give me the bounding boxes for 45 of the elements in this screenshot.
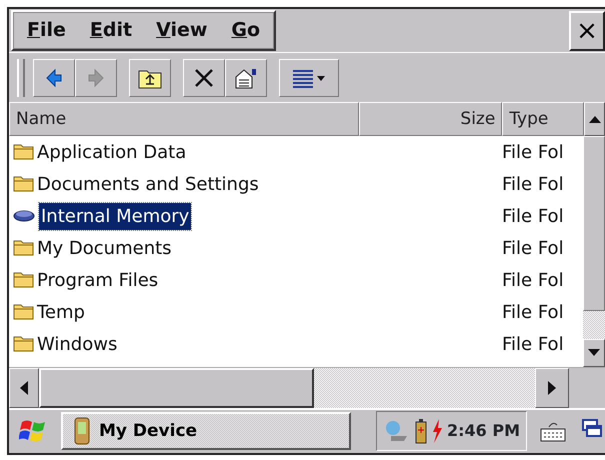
menu-item[interactable]: File bbox=[27, 16, 66, 45]
delete-icon bbox=[193, 66, 215, 89]
file-name[interactable]: Application Data bbox=[35, 138, 188, 166]
column-header[interactable]: Size bbox=[358, 102, 502, 136]
up-arrow-icon bbox=[588, 115, 601, 124]
file-name[interactable]: Windows bbox=[35, 330, 120, 358]
toolbar-button[interactable] bbox=[129, 58, 171, 97]
menu-item[interactable]: View bbox=[156, 16, 208, 45]
close-button[interactable]: × bbox=[569, 10, 605, 51]
right-arrow-icon bbox=[548, 380, 556, 395]
column-header[interactable]: Type bbox=[502, 102, 584, 136]
file-type: File Fol bbox=[502, 140, 564, 165]
toolbar-grip[interactable] bbox=[17, 58, 25, 97]
lightning-icon bbox=[430, 418, 443, 444]
left-arrow-icon bbox=[20, 380, 28, 395]
file-name[interactable]: Program Files bbox=[35, 266, 160, 294]
toolbar-button[interactable] bbox=[225, 58, 267, 97]
file-type: File Fol bbox=[502, 300, 564, 325]
column-header[interactable]: Name bbox=[9, 102, 359, 136]
toolbar-button[interactable] bbox=[33, 58, 75, 97]
handheld-icon bbox=[73, 417, 91, 446]
scroll-up-button[interactable] bbox=[584, 102, 605, 136]
file-type: File Fol bbox=[502, 172, 564, 197]
file-type: File Fol bbox=[502, 268, 564, 293]
scroll-right-button[interactable] bbox=[535, 368, 569, 408]
toolbar-button[interactable] bbox=[279, 58, 339, 97]
scrollbar-thumb[interactable] bbox=[583, 136, 605, 312]
file-type: File Fol bbox=[502, 332, 564, 357]
scrollbar-thumb[interactable] bbox=[39, 368, 314, 408]
battery-icon bbox=[414, 418, 427, 444]
file-name[interactable]: Documents and Settings bbox=[35, 170, 261, 198]
scroll-down-button[interactable] bbox=[583, 338, 605, 367]
menu-item[interactable]: Go bbox=[231, 16, 260, 45]
file-name[interactable]: Internal Memory bbox=[39, 202, 192, 230]
file-type: File Fol bbox=[502, 204, 564, 229]
clock-time: 2:46 PM bbox=[446, 420, 520, 442]
menu-item[interactable]: Edit bbox=[90, 16, 132, 45]
toolbar-button[interactable] bbox=[183, 58, 225, 97]
file-name[interactable]: My Documents bbox=[35, 234, 174, 262]
down-arrow-icon bbox=[588, 348, 600, 357]
file-type: File Fol bbox=[502, 236, 564, 261]
scroll-left-button[interactable] bbox=[9, 368, 39, 408]
file-name[interactable]: Temp bbox=[35, 298, 87, 326]
taskbar-button[interactable]: My Device bbox=[61, 412, 351, 450]
properties-icon bbox=[234, 66, 258, 89]
